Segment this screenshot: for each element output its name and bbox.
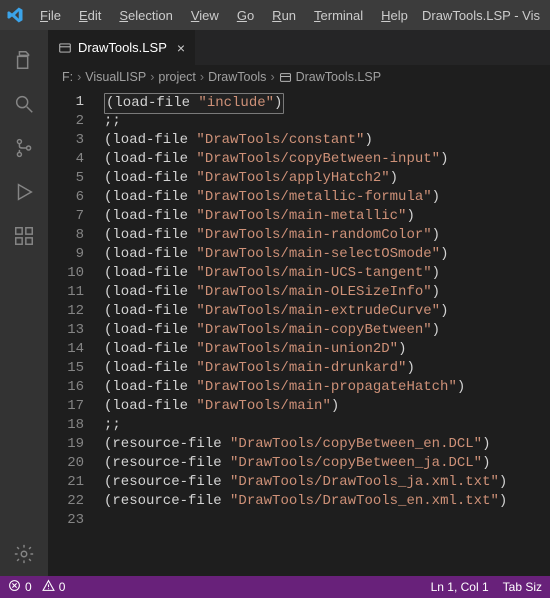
line-number: 20 [48,454,84,473]
code-line[interactable]: (resource-file "DrawTools/DrawTools_en.x… [104,492,550,511]
menu-go[interactable]: Go [229,4,262,27]
error-icon [8,579,21,595]
line-number: 1 [48,93,84,112]
breadcrumb-sep-icon: › [270,70,274,84]
menu-file[interactable]: File [32,4,69,27]
line-number: 21 [48,473,84,492]
line-number: 18 [48,416,84,435]
breadcrumb-item[interactable]: VisualLISP [85,70,146,84]
code-content[interactable]: (load-file "include");;(load-file "DrawT… [98,89,550,576]
code-line[interactable]: (load-file "DrawTools/applyHatch2") [104,169,550,188]
line-number: 16 [48,378,84,397]
file-icon [279,71,292,84]
menu-selection[interactable]: Selection [111,4,180,27]
breadcrumb-item[interactable]: DrawTools [208,70,266,84]
line-number: 23 [48,511,84,530]
status-lncol[interactable]: Ln 1, Col 1 [431,580,489,594]
code-line[interactable]: (load-file "DrawTools/main-drunkard") [104,359,550,378]
code-line[interactable]: (resource-file "DrawTools/copyBetween_en… [104,435,550,454]
code-editor[interactable]: 1234567891011121314151617181920212223 (l… [48,89,550,576]
breadcrumb-sep-icon: › [77,70,81,84]
breadcrumb-sep-icon: › [150,70,154,84]
code-line[interactable]: (load-file "DrawTools/main-selectOSmode"… [104,245,550,264]
code-line[interactable]: (load-file "include") [104,93,550,112]
editor-area: DrawTools.LSP × F: › VisualLISP › projec… [48,30,550,576]
code-line[interactable]: (load-file "DrawTools/main-OLESizeInfo") [104,283,550,302]
line-number: 14 [48,340,84,359]
code-line[interactable]: (load-file "DrawTools/main-metallic") [104,207,550,226]
breadcrumb-sep-icon: › [200,70,204,84]
line-number: 5 [48,169,84,188]
titlebar: File Edit Selection View Go Run Terminal… [0,0,550,30]
code-line[interactable]: (load-file "DrawTools/copyBetween-input"… [104,150,550,169]
tab-drawtools[interactable]: DrawTools.LSP × [48,30,196,65]
line-number: 3 [48,131,84,150]
menu-terminal[interactable]: Terminal [306,4,371,27]
status-errors[interactable]: 0 0 [8,579,65,595]
line-number-gutter: 1234567891011121314151617181920212223 [48,89,98,576]
code-line[interactable]: (load-file "DrawTools/main") [104,397,550,416]
code-line[interactable]: (load-file "DrawTools/main-copyBetween") [104,321,550,340]
line-number: 12 [48,302,84,321]
line-number: 13 [48,321,84,340]
file-icon [58,41,72,55]
menu-help[interactable]: Help [373,4,416,27]
settings-gear-icon[interactable] [0,532,48,576]
explorer-icon[interactable] [0,38,48,82]
breadcrumb-item[interactable]: project [158,70,196,84]
code-line[interactable]: (load-file "DrawTools/metallic-formula") [104,188,550,207]
line-number: 15 [48,359,84,378]
code-line[interactable]: (load-file "DrawTools/main-propagateHatc… [104,378,550,397]
code-line[interactable]: (load-file "DrawTools/constant") [104,131,550,150]
status-bar: 0 0 Ln 1, Col 1 Tab Siz [0,576,550,598]
line-number: 7 [48,207,84,226]
activity-bar [0,30,48,576]
line-number: 6 [48,188,84,207]
source-control-icon[interactable] [0,126,48,170]
editor-tabs: DrawTools.LSP × [48,30,550,65]
line-number: 4 [48,150,84,169]
extensions-icon[interactable] [0,214,48,258]
code-line[interactable]: (load-file "DrawTools/main-randomColor") [104,226,550,245]
line-number: 2 [48,112,84,131]
menu-run[interactable]: Run [264,4,304,27]
search-icon[interactable] [0,82,48,126]
code-line[interactable]: (load-file "DrawTools/main-UCS-tangent") [104,264,550,283]
run-debug-icon[interactable] [0,170,48,214]
vscode-logo-icon [6,6,24,24]
line-number: 9 [48,245,84,264]
code-line[interactable]: (resource-file "DrawTools/copyBetween_ja… [104,454,550,473]
breadcrumb-item[interactable]: F: [62,70,73,84]
tab-close-icon[interactable]: × [177,40,185,56]
menu-view[interactable]: View [183,4,227,27]
tab-label: DrawTools.LSP [78,40,167,55]
code-line[interactable]: ;; [104,416,550,435]
line-number: 22 [48,492,84,511]
main-menu: File Edit Selection View Go Run Terminal… [32,4,416,27]
breadcrumb[interactable]: F: › VisualLISP › project › DrawTools › … [48,65,550,89]
line-number: 17 [48,397,84,416]
code-line[interactable]: (load-file "DrawTools/main-union2D") [104,340,550,359]
code-line[interactable]: (load-file "DrawTools/main-extrudeCurve"… [104,302,550,321]
warning-icon [42,579,55,595]
code-line[interactable] [104,511,550,530]
status-tabsize[interactable]: Tab Siz [503,580,542,594]
code-line[interactable]: ;; [104,112,550,131]
line-number: 11 [48,283,84,302]
line-number: 8 [48,226,84,245]
line-number: 10 [48,264,84,283]
menu-edit[interactable]: Edit [71,4,109,27]
line-number: 19 [48,435,84,454]
code-line[interactable]: (resource-file "DrawTools/DrawTools_ja.x… [104,473,550,492]
breadcrumb-item[interactable]: DrawTools.LSP [296,70,381,84]
window-title: DrawTools.LSP - Vis [422,8,544,23]
